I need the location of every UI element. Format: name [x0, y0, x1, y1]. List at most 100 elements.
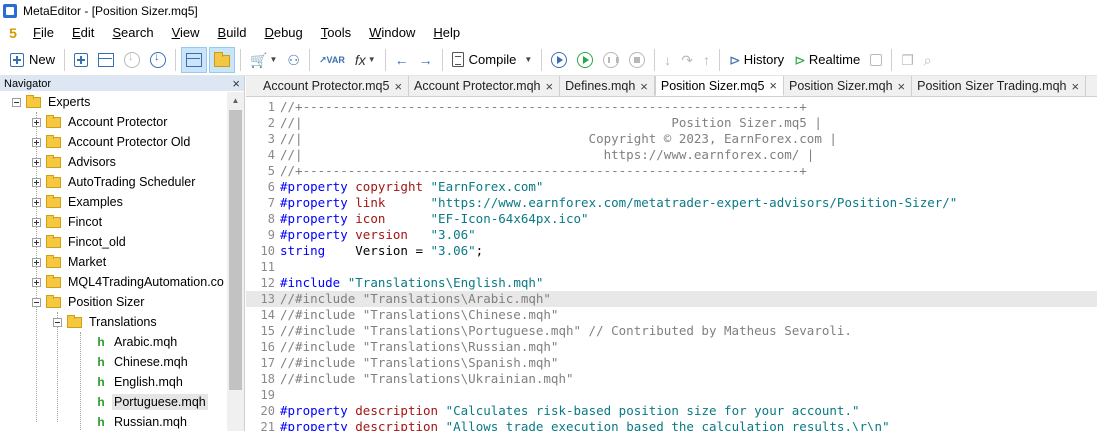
- tree-item-arabic-mqh[interactable]: h Arabic.mqh: [95, 332, 179, 352]
- market-button[interactable]: 🛒 ▼: [246, 47, 281, 73]
- expand-icon[interactable]: [32, 177, 41, 187]
- menu-edit[interactable]: Edit: [63, 22, 103, 44]
- functions-button[interactable]: fx ▼: [351, 47, 380, 73]
- code-editor[interactable]: 1 //+------------------------------------…: [246, 97, 1097, 431]
- code-line[interactable]: 16 //#include "Translations\Russian.mqh": [246, 339, 1097, 355]
- add-file-button[interactable]: [70, 47, 92, 73]
- code-line[interactable]: 19: [246, 387, 1097, 403]
- tree-item-mql4tradingautomation[interactable]: MQL4TradingAutomation.co: [32, 272, 226, 292]
- tree-item-fincot-old[interactable]: Fincot_old: [32, 232, 128, 252]
- code-line[interactable]: 4 //| https://www.earnforex.com/ |: [246, 147, 1097, 163]
- expand-icon[interactable]: [32, 157, 41, 167]
- code-line[interactable]: 6 #property copyright "EarnForex.com": [246, 179, 1097, 195]
- collapse-icon[interactable]: [53, 317, 62, 327]
- code-line[interactable]: 2 //| Position Sizer.mq5 |: [246, 115, 1097, 131]
- tab-defines-mqh[interactable]: Defines.mqh ×: [560, 76, 655, 96]
- menu-window[interactable]: Window: [360, 22, 424, 44]
- expand-icon[interactable]: [32, 257, 41, 267]
- step-over-button[interactable]: ↷: [677, 47, 697, 73]
- tree-item-russian-mqh[interactable]: h Russian.mqh: [95, 412, 189, 431]
- navigator-toggle-button[interactable]: [209, 46, 236, 73]
- tab-position-sizer-mq5[interactable]: Position Sizer.mq5 ×: [654, 76, 784, 96]
- expand-icon[interactable]: [32, 137, 41, 147]
- step-out-button[interactable]: ↑: [699, 47, 714, 73]
- download-button[interactable]: [120, 47, 144, 73]
- close-icon[interactable]: ×: [1072, 79, 1080, 94]
- code-line[interactable]: 5 //+------------------------------------…: [246, 163, 1097, 179]
- menu-view[interactable]: View: [163, 22, 209, 44]
- close-icon[interactable]: ×: [898, 79, 906, 94]
- save-button[interactable]: [146, 47, 170, 73]
- tree-item-portuguese-mqh[interactable]: h Portuguese.mqh: [95, 392, 208, 412]
- expand-icon[interactable]: [32, 217, 41, 227]
- tree-item-english-mqh[interactable]: h English.mqh: [95, 372, 185, 392]
- menu-build[interactable]: Build: [209, 22, 256, 44]
- tab-account-protector-mqh[interactable]: Account Protector.mqh ×: [409, 76, 561, 96]
- code-line[interactable]: 14 //#include "Translations\Chinese.mqh": [246, 307, 1097, 323]
- toolbox-toggle-button[interactable]: [181, 46, 208, 73]
- close-icon[interactable]: ×: [394, 79, 402, 94]
- code-line[interactable]: 10 string Version = "3.06";: [246, 243, 1097, 259]
- start-debug-button[interactable]: [547, 47, 571, 73]
- find-button[interactable]: ⌕: [920, 47, 936, 73]
- close-icon[interactable]: ×: [232, 77, 240, 90]
- expand-icon[interactable]: [32, 277, 41, 287]
- close-icon[interactable]: ×: [640, 79, 648, 94]
- code-line[interactable]: 13 //#include "Translations\Arabic.mqh": [246, 291, 1097, 307]
- history-button[interactable]: ⊳ History: [725, 47, 788, 73]
- close-icon[interactable]: ×: [546, 79, 554, 94]
- code-line[interactable]: 20 #property description "Calculates risk…: [246, 403, 1097, 419]
- compile-button[interactable]: Compile ▼: [448, 47, 537, 73]
- tree-item-fincot[interactable]: Fincot: [32, 212, 104, 232]
- collapse-icon[interactable]: [12, 97, 21, 107]
- tree-item-translations[interactable]: Translations: [53, 312, 159, 332]
- start-real-debug-button[interactable]: [573, 47, 597, 73]
- tab-position-sizer-mqh[interactable]: Position Sizer.mqh ×: [784, 76, 913, 96]
- realtime-button[interactable]: ⊳ Realtime: [790, 47, 864, 73]
- code-line[interactable]: 8 #property icon "EF-Icon-64x64px.ico": [246, 211, 1097, 227]
- code-line[interactable]: 9 #property version "3.06": [246, 227, 1097, 243]
- scrollbar-thumb[interactable]: [229, 110, 242, 390]
- code-line[interactable]: 7 #property link "https://www.earnforex.c…: [246, 195, 1097, 211]
- tree-item-examples[interactable]: Examples: [32, 192, 125, 212]
- tab-account-protector-mq5[interactable]: Account Protector.mq5 ×: [258, 76, 410, 96]
- collapse-icon[interactable]: [32, 297, 41, 307]
- menu-search[interactable]: Search: [103, 22, 162, 44]
- mt5-logo-icon[interactable]: 5: [2, 25, 24, 41]
- step-into-button[interactable]: ↓: [660, 47, 675, 73]
- tree-item-advisors[interactable]: Advisors: [32, 152, 118, 172]
- code-line[interactable]: 3 //| Copyright © 2023, EarnForex.com |: [246, 131, 1097, 147]
- code-line[interactable]: 18 //#include "Translations\Ukrainian.mqh…: [246, 371, 1097, 387]
- scroll-up-arrow-icon[interactable]: ▲: [227, 92, 244, 109]
- stop-profiling-button[interactable]: [866, 47, 886, 73]
- back-button[interactable]: ←: [391, 47, 413, 73]
- menu-help[interactable]: Help: [424, 22, 469, 44]
- code-line[interactable]: 1 //+------------------------------------…: [246, 99, 1097, 115]
- tree-item-chinese-mqh[interactable]: h Chinese.mqh: [95, 352, 190, 372]
- code-line[interactable]: 11: [246, 259, 1097, 275]
- community-button[interactable]: ⚇: [283, 47, 304, 73]
- expand-icon[interactable]: [32, 197, 41, 207]
- close-icon[interactable]: ×: [769, 78, 777, 93]
- pause-button[interactable]: [599, 47, 623, 73]
- tree-item-experts[interactable]: Experts: [12, 92, 92, 112]
- expand-icon[interactable]: [32, 117, 41, 127]
- menu-debug[interactable]: Debug: [255, 22, 311, 44]
- tree-item-market[interactable]: Market: [32, 252, 108, 272]
- expand-icon[interactable]: [32, 237, 41, 247]
- code-line[interactable]: 17 //#include "Translations\Spanish.mqh": [246, 355, 1097, 371]
- tree-item-position-sizer[interactable]: Position Sizer: [32, 292, 146, 312]
- code-line[interactable]: 21 #property description "Allows trade ex…: [246, 419, 1097, 431]
- code-line[interactable]: 12 #include "Translations\English.mqh": [246, 275, 1097, 291]
- new-button[interactable]: New: [6, 47, 59, 73]
- tab-position-sizer-trading-mqh[interactable]: Position Sizer Trading.mqh ×: [912, 76, 1087, 96]
- forward-button[interactable]: →: [415, 47, 437, 73]
- variables-button[interactable]: ↗VAR: [315, 47, 349, 73]
- copy-button[interactable]: ❐: [897, 47, 918, 73]
- navigator-scrollbar[interactable]: ▲: [227, 92, 244, 431]
- tree-item-account-protector[interactable]: Account Protector: [32, 112, 169, 132]
- code-line[interactable]: 15 //#include "Translations\Portuguese.mq…: [246, 323, 1097, 339]
- stop-button[interactable]: [625, 47, 649, 73]
- tree-item-account-protector-old[interactable]: Account Protector Old: [32, 132, 192, 152]
- tree-item-autotrading-scheduler[interactable]: AutoTrading Scheduler: [32, 172, 197, 192]
